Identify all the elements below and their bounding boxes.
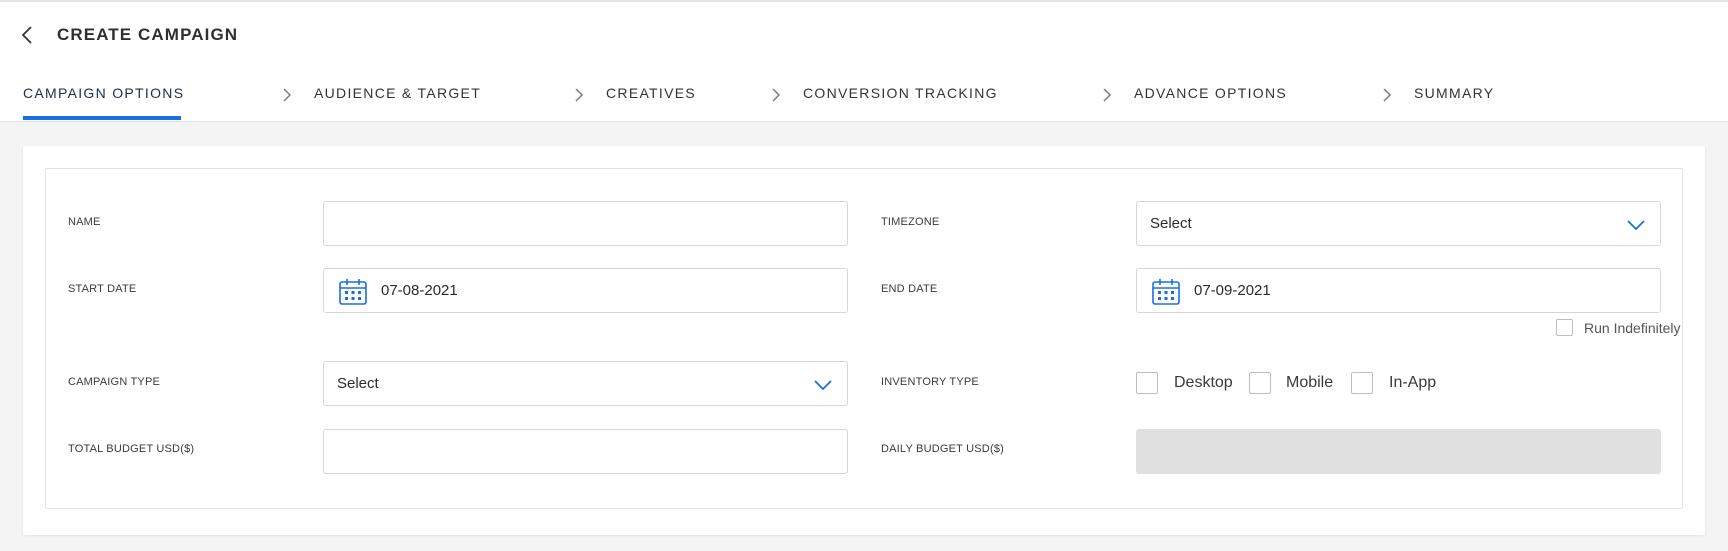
in-app-checkbox[interactable] xyxy=(1351,372,1373,394)
total-budget-label: TOTAL BUDGET USD($) xyxy=(68,443,195,455)
tab-advance-options[interactable]: ADVANCE OPTIONS xyxy=(1134,85,1287,101)
page-header: CREATE CAMPAIGN xyxy=(0,2,1728,68)
active-tab-indicator xyxy=(23,116,181,120)
chevron-right-icon xyxy=(772,88,780,102)
campaign-options-panel: NAME TIMEZONE Select START DATE 07-08-20… xyxy=(23,146,1705,535)
daily-budget-label: DAILY BUDGET USD($) xyxy=(881,443,1004,455)
inventory-type-label: INVENTORY TYPE xyxy=(881,376,979,388)
daily-budget-input xyxy=(1136,429,1661,474)
start-date-label: START DATE xyxy=(68,283,137,295)
chevron-right-icon xyxy=(283,88,291,102)
chevron-left-icon[interactable] xyxy=(18,22,38,48)
desktop-label: Desktop xyxy=(1174,374,1233,391)
mobile-label: Mobile xyxy=(1286,374,1334,391)
end-date-label: END DATE xyxy=(881,283,938,295)
tab-creatives[interactable]: CREATIVES xyxy=(606,85,696,101)
start-date-value: 07-08-2021 xyxy=(381,282,458,299)
tab-campaign-options[interactable]: CAMPAIGN OPTIONS xyxy=(23,85,184,101)
campaign-type-select[interactable]: Select xyxy=(323,361,848,406)
timezone-select[interactable]: Select xyxy=(1136,201,1661,246)
mobile-checkbox[interactable] xyxy=(1249,372,1271,394)
desktop-checkbox[interactable] xyxy=(1136,372,1158,394)
chevron-right-icon xyxy=(1383,88,1391,102)
timezone-label: TIMEZONE xyxy=(881,216,940,228)
calendar-icon xyxy=(339,279,367,305)
tab-conversion-tracking[interactable]: CONVERSION TRACKING xyxy=(803,85,998,101)
page-title: CREATE CAMPAIGN xyxy=(57,25,239,44)
end-date-field[interactable]: 07-09-2021 xyxy=(1136,268,1661,313)
start-date-field[interactable]: 07-08-2021 xyxy=(323,268,848,313)
chevron-right-icon xyxy=(575,88,583,102)
form-card: NAME TIMEZONE Select START DATE 07-08-20… xyxy=(45,168,1683,509)
campaign-type-selected-value: Select xyxy=(337,375,379,392)
timezone-selected-value: Select xyxy=(1150,215,1192,232)
tab-summary[interactable]: SUMMARY xyxy=(1414,85,1494,101)
end-date-value: 07-09-2021 xyxy=(1194,282,1271,299)
name-label: NAME xyxy=(68,216,101,228)
chevron-right-icon xyxy=(1103,88,1111,102)
step-tabs: CAMPAIGN OPTIONS AUDIENCE & TARGET CREAT… xyxy=(0,68,1728,122)
chevron-down-icon xyxy=(1627,220,1645,231)
run-indefinitely-label: Run Indefinitely xyxy=(1584,320,1681,336)
calendar-icon xyxy=(1152,279,1180,305)
tab-audience-target[interactable]: AUDIENCE & TARGET xyxy=(314,85,481,101)
total-budget-input[interactable] xyxy=(323,429,848,474)
run-indefinitely-checkbox[interactable] xyxy=(1556,319,1573,336)
name-input[interactable] xyxy=(323,201,848,246)
in-app-label: In-App xyxy=(1389,374,1437,391)
chevron-down-icon xyxy=(814,380,832,391)
campaign-type-label: CAMPAIGN TYPE xyxy=(68,376,161,388)
